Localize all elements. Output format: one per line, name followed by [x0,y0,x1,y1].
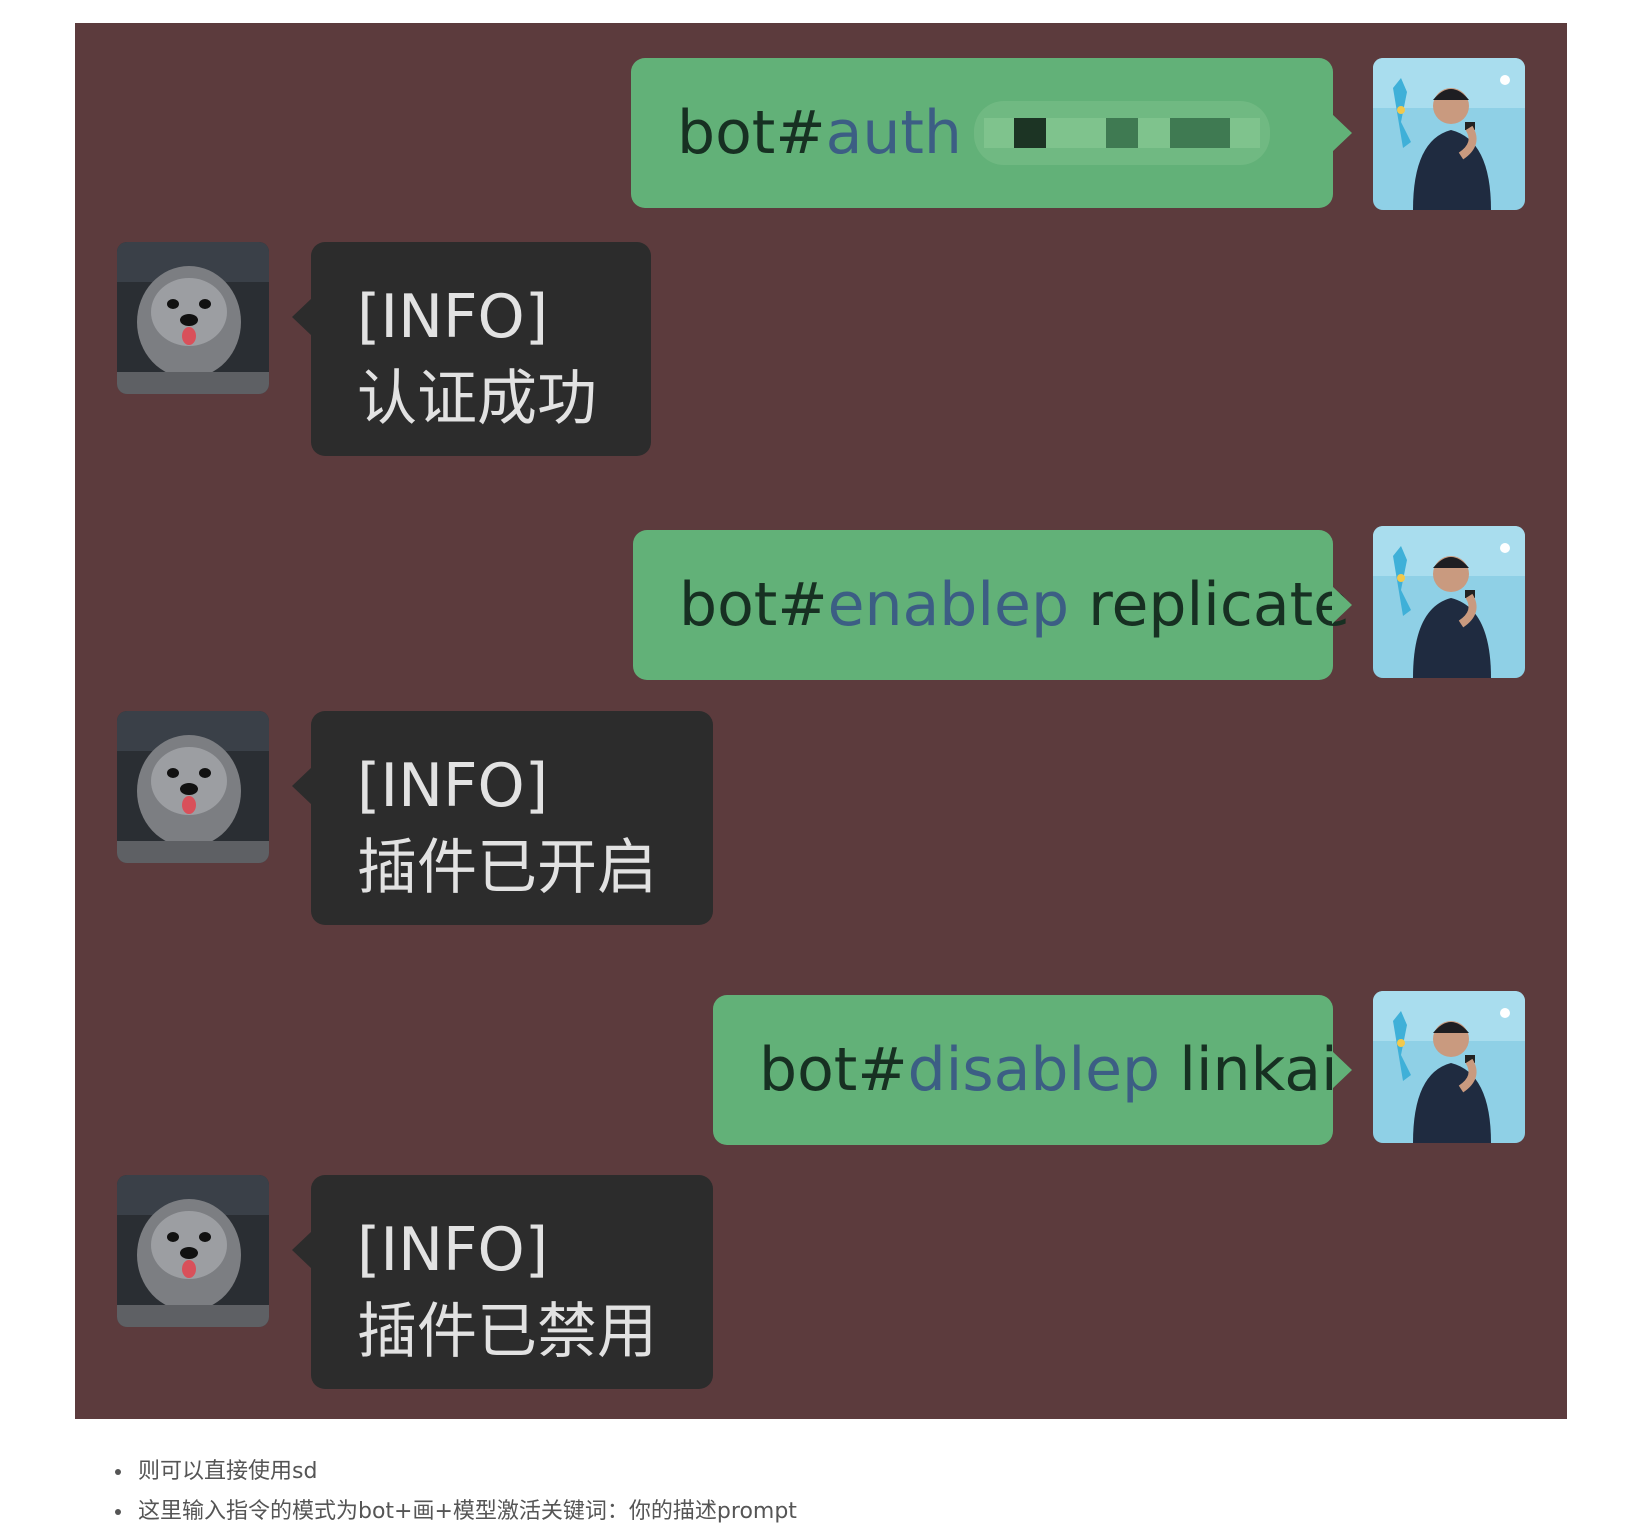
command-keyword: auth [825,98,962,168]
incoming-message-bubble: [INFO] 插件已禁用 [292,1175,713,1389]
info-message: 认证成功 [357,364,597,434]
list-item: 则可以直接使用sd [134,1452,797,1492]
info-tag: [INFO] [357,751,549,821]
command-argument: linkai [1179,1035,1338,1105]
bot-avatar[interactable] [117,242,269,394]
command-prefix: bot# [679,570,828,640]
dog-photo-icon [117,711,269,863]
command-keyword: enablep [827,570,1070,640]
incoming-message-bubble: [INFO] 认证成功 [292,242,651,456]
chat-screenshot: bot# auth [INFO] 认证成功 bot# enablep repli… [75,23,1567,1419]
user-avatar[interactable] [1373,526,1525,678]
dog-photo-icon [117,242,269,394]
bot-avatar[interactable] [117,1175,269,1327]
command-prefix: bot# [759,1035,908,1105]
redacted-auth-token [973,101,1270,165]
info-message: 插件已禁用 [357,1297,657,1367]
incoming-message-bubble: [INFO] 插件已开启 [292,711,713,925]
message-row-outgoing: bot# auth [75,58,1567,210]
message-row-incoming: [INFO] 插件已开启 [75,711,1567,925]
speaker-photo-icon [1373,991,1525,1143]
message-row-incoming: [INFO] 认证成功 [75,242,1567,456]
info-tag: [INFO] [357,1215,549,1285]
command-argument: replicate [1088,570,1351,640]
dog-photo-icon [117,1175,269,1327]
speaker-photo-icon [1373,526,1525,678]
outgoing-message-bubble: bot# enablep replicate [633,530,1352,680]
info-message: 插件已开启 [357,833,657,903]
user-avatar[interactable] [1373,58,1525,210]
list-item: 这里输入指令的模式为bot+画+模型激活关键词：你的描述prompt [134,1492,797,1532]
message-row-outgoing: bot# enablep replicate [75,526,1567,682]
bot-avatar[interactable] [117,711,269,863]
notes-list: 则可以直接使用sd 这里输入指令的模式为bot+画+模型激活关键词：你的描述pr… [110,1452,797,1532]
command-keyword: disablep [907,1035,1161,1105]
message-row-outgoing: bot# disablep linkai [75,991,1567,1147]
speaker-photo-icon [1373,58,1525,210]
command-prefix: bot# [677,98,826,168]
outgoing-message-bubble: bot# disablep linkai [713,995,1352,1145]
user-avatar[interactable] [1373,991,1525,1143]
message-row-incoming: [INFO] 插件已禁用 [75,1175,1567,1389]
outgoing-message-bubble: bot# auth [631,58,1352,208]
info-tag: [INFO] [357,282,549,352]
